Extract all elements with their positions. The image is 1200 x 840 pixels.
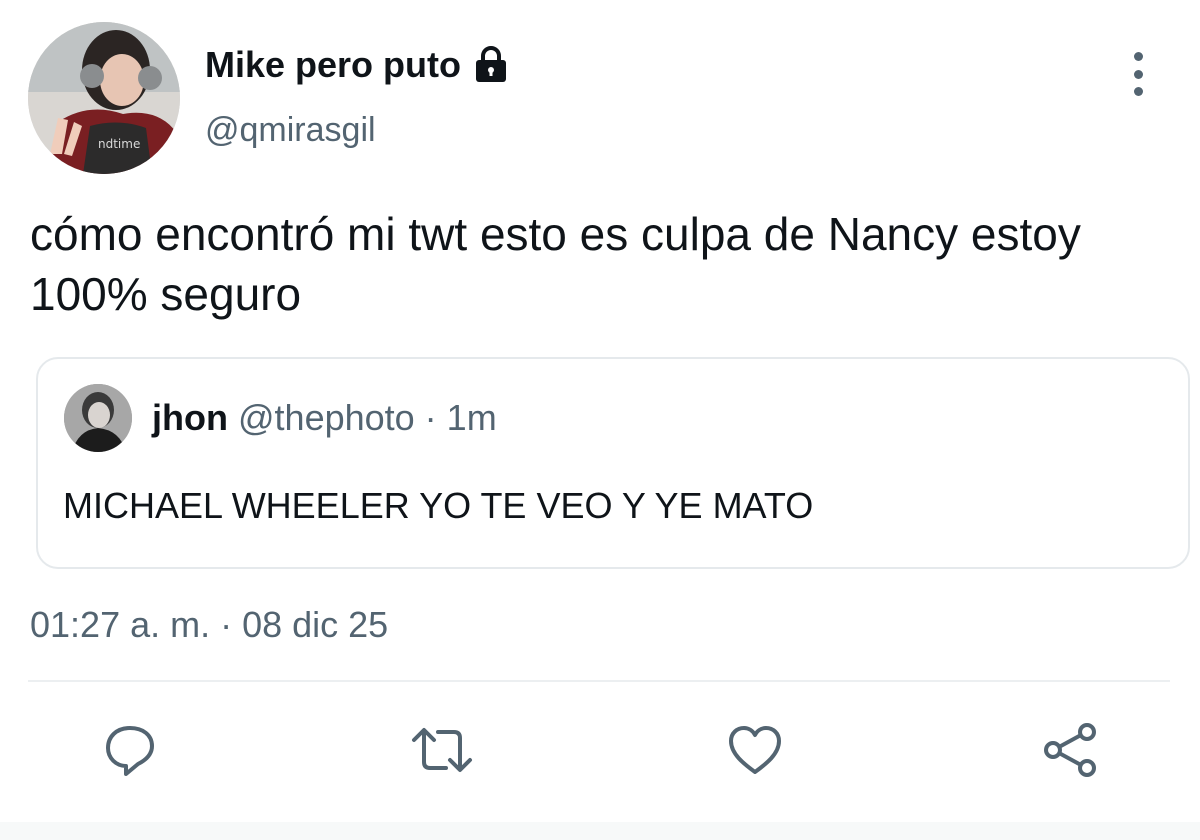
- quoted-tweet-header: jhon @thephoto · 1m: [152, 397, 497, 439]
- quoted-tweet-card[interactable]: jhon @thephoto · 1m MICHAEL WHEELER YO T…: [36, 357, 1190, 569]
- author-avatar[interactable]: ndtime: [28, 22, 180, 174]
- retweet-icon: [410, 722, 474, 783]
- tweet-text: cómo encontró mi twt esto es culpa de Na…: [30, 208, 1081, 320]
- more-dot: [1133, 52, 1143, 61]
- quoted-author-name: jhon: [152, 397, 228, 438]
- quoted-tweet-text: MICHAEL WHEELER YO TE VEO Y YE MATO: [63, 485, 814, 526]
- retweet-button[interactable]: [412, 722, 472, 782]
- svg-text:ndtime: ndtime: [98, 137, 140, 151]
- tweet-timestamp[interactable]: 01:27 a. m. · 08 dic 25: [30, 604, 388, 646]
- more-vertical-icon[interactable]: [1118, 52, 1158, 96]
- author-display-name[interactable]: Mike pero puto: [205, 44, 511, 86]
- bottom-edge: [0, 822, 1200, 840]
- tweet-detail: ndtime Mike pero puto @qmirasgil cómo en…: [0, 0, 1200, 840]
- reply-icon: [102, 722, 158, 783]
- like-button[interactable]: [725, 722, 785, 782]
- author-name-text: Mike pero puto: [205, 44, 462, 85]
- divider: [28, 680, 1170, 682]
- heart-icon: [726, 722, 784, 783]
- share-icon: [1041, 721, 1099, 784]
- more-dot: [1133, 69, 1143, 79]
- reply-button[interactable]: [100, 722, 160, 782]
- quoted-author-meta: @thephoto · 1m: [238, 397, 497, 438]
- share-button[interactable]: [1040, 722, 1100, 782]
- more-dot: [1133, 87, 1143, 96]
- author-handle[interactable]: @qmirasgil: [205, 111, 376, 150]
- lock-icon: [471, 45, 511, 85]
- quoted-author-avatar[interactable]: [64, 384, 132, 452]
